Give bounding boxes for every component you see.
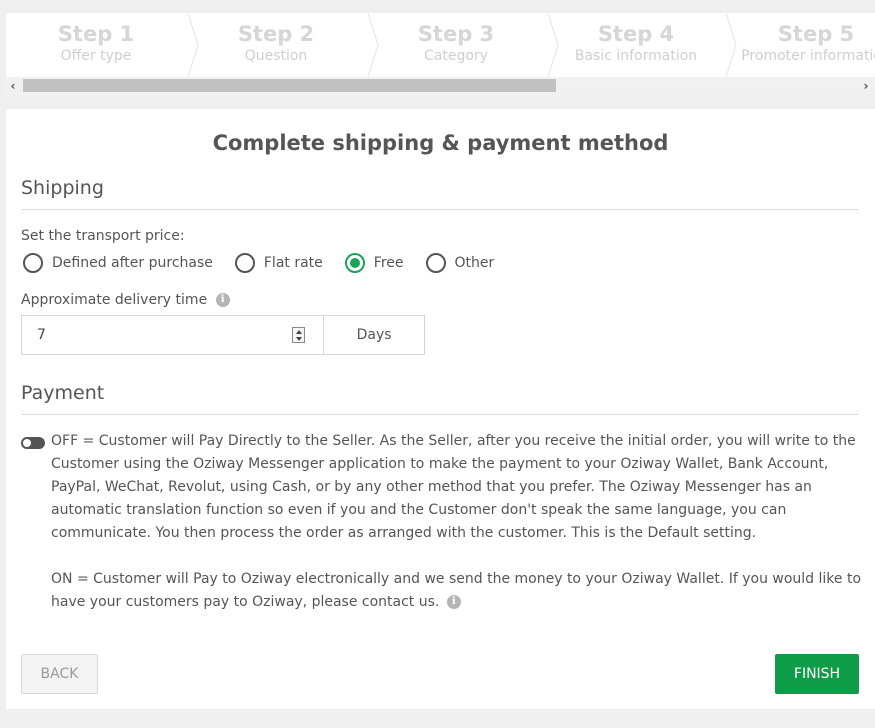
payment-on-paragraph: ON = Customer will Pay to Oziway electro… [51,568,863,614]
radio-flat-rate[interactable]: Flat rate [234,253,323,273]
info-icon[interactable]: i [215,293,230,307]
radio-circle[interactable] [344,253,365,273]
step-label: Basic information [574,48,698,64]
scroll-left-icon[interactable]: ‹ [6,77,20,95]
step-4[interactable]: Step 4 Basic information [546,13,726,77]
radio-circle[interactable] [23,253,43,273]
payment-divider [21,414,859,415]
toggle-knob [23,439,31,447]
step-3[interactable]: Step 3 Category [366,13,546,77]
stepper-up-icon[interactable] [296,330,302,334]
step-number: Step 5 [777,22,855,46]
page-title: Complete shipping & payment method [212,131,669,155]
scroll-thumb[interactable] [23,79,556,92]
scroll-right-icon[interactable]: › [859,77,873,95]
step-number: Step 4 [597,22,675,46]
radio-label: Other [454,255,495,271]
step-2[interactable]: Step 2 Question [186,13,366,77]
stepper-container: Step 1 Offer type Step 2 Question Step 3… [6,13,875,95]
payment-description: OFF = Customer will Pay Directly to the … [51,430,863,614]
delivery-time-label-row: Approximate delivery time i [21,292,230,308]
delivery-time-group: Days [21,315,425,355]
payment-toggle[interactable] [21,437,45,449]
radio-circle[interactable] [425,253,446,273]
step-label: Category [424,48,488,64]
step-1[interactable]: Step 1 Offer type [6,13,186,77]
payment-section-title: Payment [21,382,105,404]
stepper: Step 1 Offer type Step 2 Question Step 3… [6,13,875,77]
number-stepper[interactable] [292,327,305,343]
step-number: Step 1 [57,22,135,46]
radio-label: Flat rate [263,255,323,271]
info-icon[interactable]: i [446,595,461,609]
shipping-divider [21,209,859,210]
stepper-down-icon[interactable] [296,337,302,341]
step-number: Step 3 [417,22,495,46]
step-number: Step 2 [237,22,315,46]
delivery-time-unit: Days [323,316,424,354]
radio-defined-after-purchase[interactable]: Defined after purchase [23,253,213,273]
radio-label: Defined after purchase [52,255,213,271]
transport-price-label: Set the transport price: [21,228,185,244]
radio-other[interactable]: Other [425,253,495,273]
finish-button[interactable]: FINISH [775,654,859,694]
form-card: Complete shipping & payment method Shipp… [6,109,875,709]
step-label: Promoter information [741,48,875,64]
payment-off-text: OFF = Customer will Pay Directly to the … [51,433,856,541]
delivery-time-input[interactable] [22,316,324,354]
step-5[interactable]: Step 5 Promoter information [726,13,875,77]
shipping-section-title: Shipping [21,177,104,199]
step-label: Question [244,48,308,64]
stepper-scrollbar[interactable]: ‹ › [6,77,875,95]
radio-circle[interactable] [234,253,255,273]
radio-label: Free [373,255,404,271]
radio-free[interactable]: Free [344,253,404,273]
delivery-time-label: Approximate delivery time [21,292,208,308]
transport-price-options: Defined after purchase Flat rate Free Ot… [23,252,516,274]
back-button[interactable]: BACK [21,654,98,694]
step-label: Offer type [60,48,132,64]
